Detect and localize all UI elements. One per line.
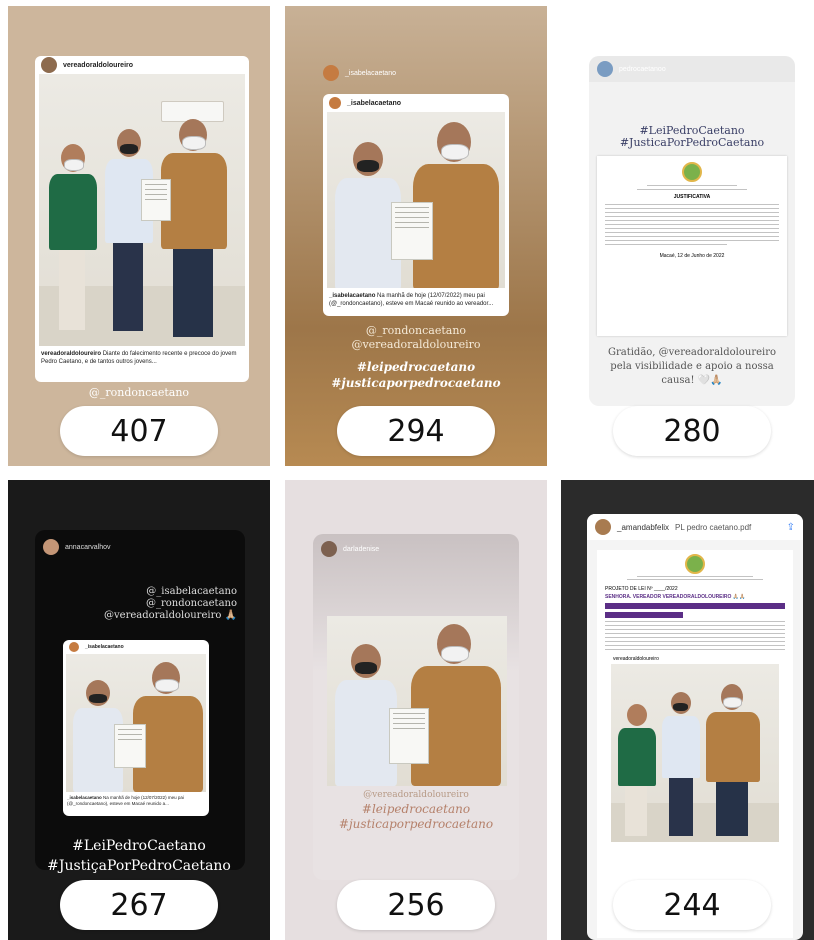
story-tile-2[interactable]: _isabelacaetano _isabelacaetano _isabela… [285, 6, 547, 466]
story-frame: _amandabfelix PL pedro caetano.pdf ⇪ PRO… [587, 514, 803, 940]
document-sheet [389, 708, 429, 764]
mention-text-1: @_isabelacaetano [146, 586, 237, 597]
post-username: vereadoraldoloureiro [63, 61, 134, 69]
embedded-photo [611, 664, 779, 842]
file-name: PL pedro caetano.pdf [675, 522, 752, 532]
person-center [661, 692, 701, 838]
story-frame: annacarvalhov @_isabelacaetano @_rondonc… [35, 530, 245, 870]
hashtag-2: #JusticaPorPedroCaetano [619, 136, 765, 149]
view-count: 280 [613, 406, 771, 456]
post-photo [327, 112, 505, 288]
document-label: PROJETO DE LEI Nº ____/2022 [605, 586, 678, 592]
view-count: 256 [337, 880, 495, 930]
hashtag-2: #JustiçaPorPedroCaetano [47, 858, 231, 874]
caption-username: _isabelacaetano [329, 293, 376, 299]
highlight-text: SENHORA. VEREADOR VEREADORALDOLOUREIRO 🙏… [605, 594, 746, 600]
view-count: 267 [60, 880, 218, 930]
view-count: 244 [613, 880, 771, 930]
post-username: _isabelacaetano [85, 644, 124, 650]
document-date: Macaé, 12 de Junho de 2022 [659, 253, 725, 259]
avatar [69, 642, 79, 652]
post-header: _isabelacaetano [323, 94, 509, 112]
person-left [47, 144, 99, 344]
post-caption: vereadoraldoloureiro Diante do falecimen… [35, 346, 249, 370]
story-username: _amandabfelix [617, 522, 670, 532]
story-tile-5[interactable]: darladenise @vereadoraldoloureiro #leipe… [285, 480, 547, 940]
story-frame: darladenise @vereadoraldoloureiro #leipe… [313, 534, 519, 880]
mention-text: @vereadoraldoloureiro [363, 790, 469, 800]
coat-of-arms-icon [682, 162, 702, 182]
avatar [323, 65, 339, 81]
hashtag-2: #justicaporpedrocaetano [331, 376, 501, 390]
document-page: JUSTIFICATIVA Macaé, 12 de Junho de 2022 [597, 156, 787, 336]
post-header: _isabelacaetano [63, 640, 209, 654]
story-photo [327, 616, 507, 786]
story-header: _amandabfelix PL pedro caetano.pdf ⇪ [587, 514, 803, 540]
post-photo [39, 74, 245, 346]
view-count: 407 [60, 406, 218, 456]
avatar [43, 539, 59, 555]
person-right [705, 684, 761, 838]
person-center [103, 129, 155, 339]
avatar [329, 97, 341, 109]
mention-text-2: @_rondoncaetano [145, 598, 237, 609]
person-left [617, 704, 657, 838]
thanks-message: Gratidão, @vereadoraldoloureiro pela vis… [607, 347, 777, 386]
shared-post: _isabelacaetano _isabelacaetano Na manhã… [323, 94, 509, 316]
story-username: pedrocaetanoo [619, 65, 666, 73]
story-frame: pedrocaetanoo #LeiPedroCaetano #JusticaP… [589, 56, 795, 406]
mention-text-1: @_rondoncaetano [365, 324, 467, 337]
story-header: annacarvalhov [35, 534, 245, 560]
shared-post: vereadoraldoloureiro vereadoraldoloureir… [35, 56, 249, 382]
story-header: darladenise [313, 536, 519, 562]
person-right [159, 119, 229, 341]
mention-text: @_rondoncaetano [88, 386, 190, 399]
story-username: darladenise [343, 545, 380, 553]
avatar [597, 61, 613, 77]
story-username: annacarvalhov [65, 543, 111, 551]
photo-username: vereadoraldoloureiro [613, 656, 659, 662]
post-caption: _isabelacaetano Na manhã de hoje (12/07/… [63, 792, 209, 810]
post-caption: _isabelacaetano Na manhã de hoje (12/07/… [323, 288, 509, 312]
shared-post: _isabelacaetano _isabelacaetano Na manhã… [63, 640, 209, 816]
document-sheet [141, 179, 171, 221]
document-title: JUSTIFICATIVA [673, 194, 711, 200]
caption-username: vereadoraldoloureiro [41, 351, 102, 357]
hashtag-1: #leipedrocaetano [361, 802, 471, 816]
story-tile-6[interactable]: _amandabfelix PL pedro caetano.pdf ⇪ PRO… [561, 480, 814, 940]
share-icon[interactable]: ⇪ [787, 522, 795, 533]
story-username: _isabelacaetano [345, 69, 396, 77]
document-sheet [114, 724, 146, 768]
mention-text-3: @vereadoraldoloureiro 🙏🏼 [104, 610, 237, 621]
mention-text-2: @vereadoraldoloureiro [351, 338, 481, 351]
story-header: _isabelacaetano [315, 60, 515, 86]
view-count: 294 [337, 406, 495, 456]
avatar [41, 57, 57, 73]
document-sheet [391, 202, 433, 260]
avatar [321, 541, 337, 557]
post-header: vereadoraldoloureiro [35, 56, 249, 74]
story-tile-1[interactable]: vereadoraldoloureiro vereadoraldoloureir… [8, 6, 270, 466]
hashtag-1: #leipedrocaetano [356, 360, 476, 374]
story-header: pedrocaetanoo [589, 56, 795, 82]
story-tile-3[interactable]: pedrocaetanoo #LeiPedroCaetano #JusticaP… [561, 6, 814, 466]
hashtag-2: #justicaporpedrocaetano [338, 817, 494, 831]
post-photo [66, 654, 206, 792]
story-tile-4[interactable]: annacarvalhov @_isabelacaetano @_rondonc… [8, 480, 270, 940]
caption-username: _isabelacaetano [67, 795, 102, 800]
post-username: _isabelacaetano [347, 99, 402, 107]
avatar [595, 519, 611, 535]
hashtag-1: #LeiPedroCaetano [72, 838, 206, 854]
coat-of-arms-icon [685, 554, 705, 574]
